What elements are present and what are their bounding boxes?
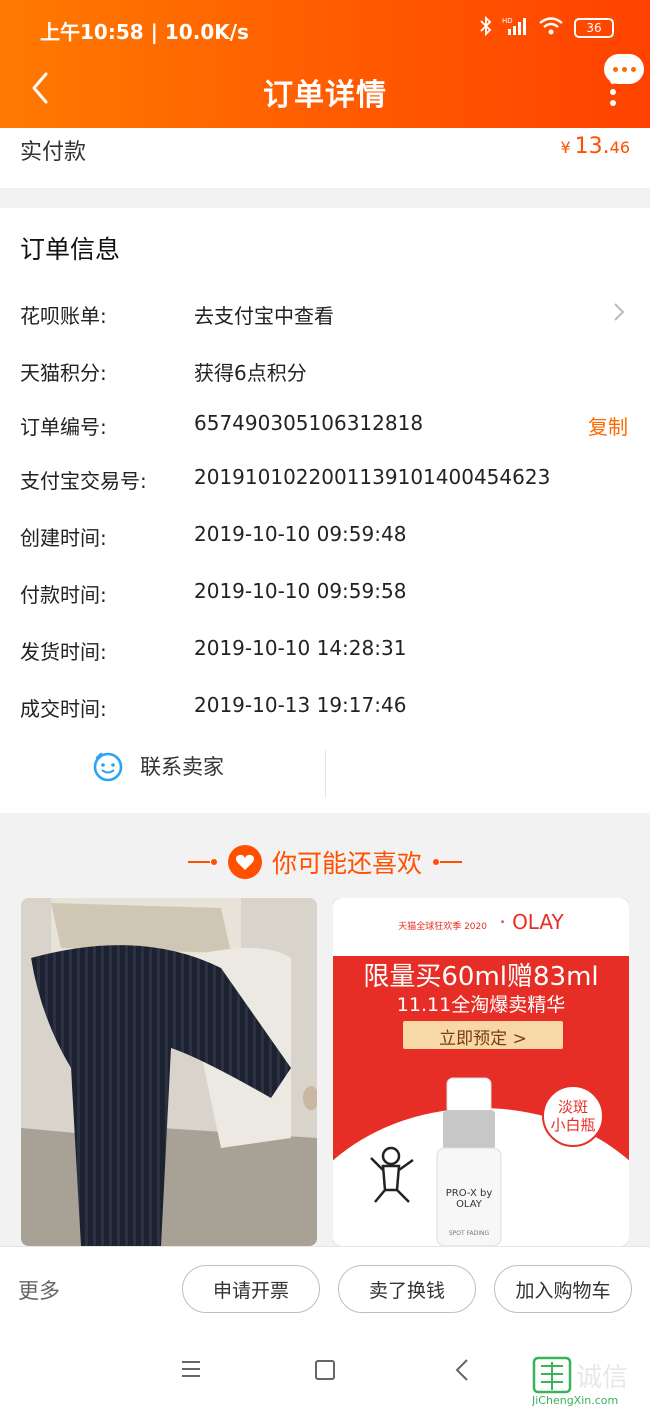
bottle-small-label: SPOT FADING (448, 1230, 490, 1237)
paid-amount: ¥13.46 (560, 134, 630, 159)
svg-text:JiChengXin.com: JiChengXin.com (532, 1394, 618, 1407)
paid-amount-label: 实付款 (20, 140, 87, 165)
order-number-row: 订单编号: 657490305106312818 复制 (20, 411, 628, 440)
chevron-right-icon (612, 302, 626, 322)
tmall-points-row: 天猫积分: 获得6点积分 (20, 361, 307, 385)
svg-text:HD: HD (502, 17, 513, 25)
recent-apps-icon[interactable] (181, 1360, 201, 1378)
decor-right-icon (433, 859, 462, 865)
recommend-title: 你可能还喜欢 (271, 849, 422, 878)
decor-left-icon (187, 859, 217, 865)
status-time: 上午10:58 | 10.0K/s (40, 20, 249, 44)
copy-button[interactable]: 复制 (588, 411, 628, 440)
battery-icon: 36 (574, 18, 614, 38)
system-back-icon[interactable] (455, 1358, 469, 1382)
ad-brand-line: 天猫全球狂欢季 2020 · OLAY (398, 910, 564, 934)
watermark-logo: 诚信 JiChengXin.com (531, 1356, 650, 1408)
shipped-time-row: 发货时间: 2019-10-10 14:28:31 (20, 636, 407, 664)
page-title: 订单详情 (263, 78, 387, 113)
wifi-icon (538, 16, 564, 40)
signal-icon: HD (502, 16, 528, 40)
pants-product-image (21, 898, 317, 1246)
product-card-pants[interactable] (21, 898, 317, 1246)
add-to-cart-button[interactable]: 加入购物车 (494, 1265, 632, 1313)
order-info-card: 订单信息 花呗账单: 去支付宝中查看 天猫积分: 获得6点积分 订单编号: 65… (0, 208, 650, 813)
ad-badge: 淡斑 小白瓶 (550, 1098, 596, 1134)
recommend-header: 你可能还喜欢 (0, 840, 650, 884)
bluetooth-icon (480, 15, 492, 40)
app-header: 上午10:58 | 10.0K/s HD 36 订单详情 (0, 0, 650, 128)
payment-summary: 实付款 ¥13.46 (0, 128, 650, 188)
ad-subline: 11.11全淘爆卖精华 (396, 994, 566, 1016)
home-icon[interactable] (315, 1360, 335, 1380)
contact-divider (325, 750, 326, 798)
alipay-trade-row: 支付宝交易号: 2019101022001139101400454623 (20, 465, 551, 493)
ad-cta-button[interactable]: 立即预定 > (403, 1024, 563, 1049)
seller-chat-icon (93, 752, 123, 782)
heart-icon (227, 845, 262, 879)
svg-text:诚信: 诚信 (576, 1363, 628, 1393)
bottle-label: PRO-X by OLAY (445, 1188, 493, 1210)
more-button[interactable]: 更多 (18, 1275, 60, 1305)
status-icons: HD 36 (480, 15, 614, 40)
closed-time-row: 成交时间: 2019-10-13 19:17:46 (20, 693, 407, 721)
ad-headline: 限量买60ml赠83ml (363, 962, 599, 992)
bottom-action-bar: 更多 申请开票 卖了换钱 加入购物车 (0, 1246, 650, 1332)
resell-button[interactable]: 卖了换钱 (338, 1265, 476, 1313)
created-time-row: 创建时间: 2019-10-10 09:59:48 (20, 522, 407, 550)
more-options-button[interactable] (610, 78, 616, 106)
paid-time-row: 付款时间: 2019-10-10 09:59:58 (20, 579, 407, 607)
contact-seller-button[interactable]: 联系卖家 (92, 748, 224, 784)
huabei-bill-row[interactable]: 花呗账单: 去支付宝中查看 (0, 300, 650, 340)
product-card-olay[interactable]: 天猫全球狂欢季 2020 · OLAY 限量买60ml赠83ml 11.11全淘… (333, 898, 629, 1246)
apply-invoice-button[interactable]: 申请开票 (182, 1265, 320, 1313)
order-info-title: 订单信息 (20, 235, 121, 264)
